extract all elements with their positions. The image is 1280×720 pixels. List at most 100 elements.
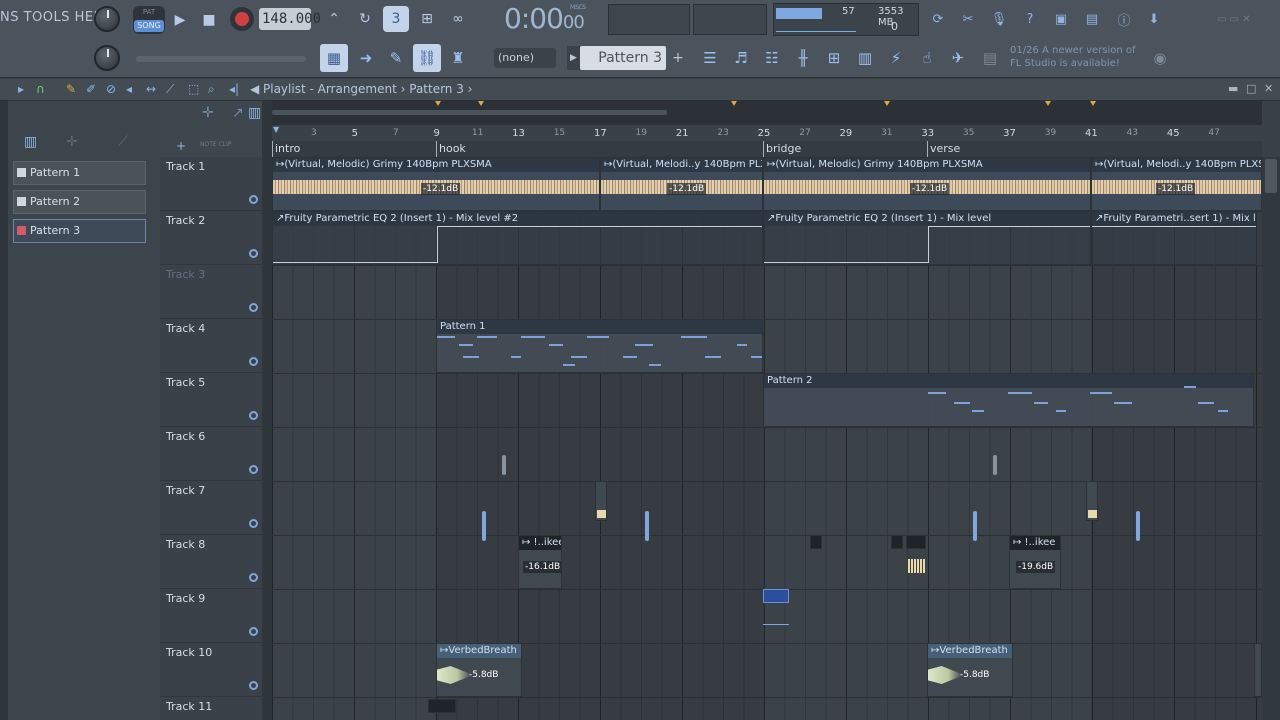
audio-clip[interactable]: ↦ !..ikee -19.6dB (1009, 535, 1061, 589)
audio-clip[interactable] (810, 535, 822, 549)
track-mute-icon[interactable] (249, 411, 258, 420)
playhead-icon[interactable]: ▼ (273, 125, 279, 134)
speaker-icon[interactable]: ◀ (250, 82, 259, 96)
picker-item-pattern-2[interactable]: Pattern 2 (13, 190, 146, 214)
track-mute-icon[interactable] (249, 573, 258, 582)
vertical-scrollbar[interactable] (1262, 157, 1280, 720)
menu-arrow-icon[interactable]: ▸ (18, 82, 24, 96)
maximize-icon[interactable]: □ (1246, 82, 1256, 95)
automation-clip[interactable]: ↗Fruity Parametri..sert 1) - Mix level (1091, 211, 1257, 265)
track-header-7[interactable]: Track 7 (160, 481, 262, 535)
track-header-2[interactable]: Track 2 (160, 211, 262, 265)
overview-scrollbar[interactable] (272, 110, 667, 115)
slice-icon[interactable]: ⟋ (166, 82, 174, 97)
picker-item-pattern-1[interactable]: Pattern 1 (13, 161, 146, 185)
breadcrumb[interactable]: Playlist - Arrangement › Pattern 3 › (263, 82, 472, 96)
tempo-display[interactable]: 148.000 (259, 8, 321, 30)
audio-clip[interactable]: ↦(Virtual, Melodic) Grimy 140Bpm PLXSMA … (763, 157, 1091, 211)
marker-intro[interactable]: intro (272, 141, 300, 157)
pattern-prev-arrow[interactable]: ▶ (567, 46, 580, 70)
playback-icon[interactable]: ◂| (229, 82, 239, 96)
track-mute-icon[interactable] (249, 303, 258, 312)
channel-select[interactable]: (none) (494, 48, 556, 68)
countdown-icon[interactable]: 3 (383, 6, 409, 32)
clip-marker[interactable] (973, 511, 977, 541)
delete-icon[interactable]: ⊘ (106, 82, 116, 96)
touch-icon[interactable]: ☝ (913, 44, 941, 72)
select-icon[interactable]: ⬚ (188, 82, 199, 96)
cut-icon[interactable]: ✂ (956, 7, 980, 31)
automation-tab-icon[interactable]: ⟋ (118, 134, 128, 150)
automation-clip[interactable]: ↗Fruity Parametric EQ 2 (Insert 1) - Mix… (763, 211, 1091, 265)
stamp-icon[interactable]: ♜ (444, 44, 472, 72)
plugin-icon[interactable]: ⚡ (882, 44, 910, 72)
audio-clip[interactable] (1254, 643, 1262, 697)
track-mute-icon[interactable] (249, 249, 258, 258)
mic-icon[interactable]: 🎙 (987, 7, 1011, 31)
plugin-picker-icon[interactable]: ▥ (851, 44, 879, 72)
audio-clip[interactable]: ↦VerbedBreath -5.8dB (436, 643, 522, 697)
clip-marker[interactable] (993, 455, 997, 475)
window-controls[interactable]: ▭ ▭ ✕ (1217, 14, 1251, 25)
marker-hook[interactable]: hook (436, 141, 466, 157)
audio-clip[interactable] (906, 535, 926, 549)
pattern-clip[interactable]: Pattern 2 (763, 373, 1254, 427)
slip-icon[interactable]: ↔ (146, 82, 156, 96)
track-resize-handle[interactable] (262, 101, 272, 720)
track-header-1[interactable]: Track 1 (160, 157, 262, 211)
track-mute-icon[interactable] (249, 357, 258, 366)
audio-clip[interactable]: ↦ !..ikee -16.1dB (518, 535, 562, 589)
play-icon[interactable]: ▶ (167, 7, 193, 33)
marker-bridge[interactable]: bridge (763, 141, 801, 157)
save-icon[interactable]: ▣ (1049, 7, 1073, 31)
track-header-10[interactable]: Track 10 (160, 643, 262, 697)
mixer-icon[interactable]: ╫ (789, 44, 817, 72)
news-panel[interactable]: 01/26 A newer version of FL Studio is av… (1010, 44, 1150, 74)
clip-marker[interactable] (482, 511, 486, 541)
pattern-clip[interactable]: Pattern 1 (436, 319, 763, 373)
download-icon[interactable]: ⬇ (1142, 7, 1166, 31)
audio-clip[interactable]: ↦(Virtual, Melodi..y 140Bpm PLXSMA -12.1… (1091, 157, 1262, 211)
audio-tab-icon[interactable]: ✛ (66, 134, 78, 150)
arrow-icon[interactable]: ➜ (352, 44, 380, 72)
mute-icon[interactable]: ◂ (126, 82, 132, 96)
track-mute-icon[interactable] (249, 627, 258, 636)
store-icon[interactable]: ▤ (976, 44, 1004, 72)
loop-record-icon[interactable]: ∞ (445, 6, 471, 32)
export-icon[interactable]: ▤ (1080, 7, 1104, 31)
marker-verse[interactable]: verse (927, 141, 960, 157)
add-track-icon[interactable]: + (176, 139, 186, 153)
track-header-3[interactable]: Track 3 (160, 265, 262, 319)
song-overview[interactable] (272, 101, 1262, 125)
automation-clip[interactable]: ↗Fruity Parametric EQ 2 (Insert 1) - Mix… (272, 211, 763, 265)
snap-icon[interactable]: ✛ (202, 105, 214, 121)
online-icon[interactable]: ◉ (1146, 44, 1174, 72)
audio-clip[interactable]: ↦VerbedBreath -5.8dB (927, 643, 1013, 697)
playlist-icon[interactable]: ▦ (320, 44, 348, 72)
patterns-tab-icon[interactable]: ▥ (24, 134, 37, 150)
pat-song-toggle[interactable]: PAT SONG (133, 6, 165, 34)
audio-clip[interactable] (891, 535, 903, 549)
track-header-5[interactable]: Track 5 (160, 373, 262, 427)
timeline-ruler[interactable]: ▼ 3 5 7 9 11 13 15 17 19 21 23 25 27 29 31 33 35 37 39 41 43… (272, 101, 1280, 157)
stop-icon[interactable]: ■ (196, 7, 222, 33)
minimize-icon[interactable]: ▬ (1228, 82, 1238, 95)
arrangement-grid[interactable]: ↦(Virtual, Melodic) Grimy 140Bpm PLXSMA … (272, 157, 1262, 720)
clip-marker[interactable] (1136, 511, 1140, 541)
refresh-icon[interactable]: ⟳ (926, 7, 950, 31)
track-mute-icon[interactable] (249, 519, 258, 528)
brush-icon[interactable]: ✎ (382, 44, 410, 72)
zoom-icon[interactable]: ⌕ (208, 82, 215, 97)
playlist-window-icon[interactable]: ☰ (696, 44, 724, 72)
master-pitch-knob[interactable] (94, 45, 120, 71)
paint-icon[interactable]: ✐ (86, 82, 96, 96)
info-icon[interactable]: ⓘ (1112, 7, 1136, 31)
wait-input-icon[interactable]: ↻ (352, 6, 378, 32)
track-mute-icon[interactable] (249, 195, 258, 204)
link-icon[interactable]: ⛓ (413, 44, 441, 72)
pencil-icon[interactable]: ✎ (66, 82, 76, 96)
audio-clip[interactable]: ↦(Virtual, Melodi..y 140Bpm PLXSMA -12.1… (600, 157, 763, 211)
track-header-6[interactable]: Track 6 (160, 427, 262, 481)
record-button[interactable] (230, 7, 254, 31)
track-header-8[interactable]: Track 8 (160, 535, 262, 589)
